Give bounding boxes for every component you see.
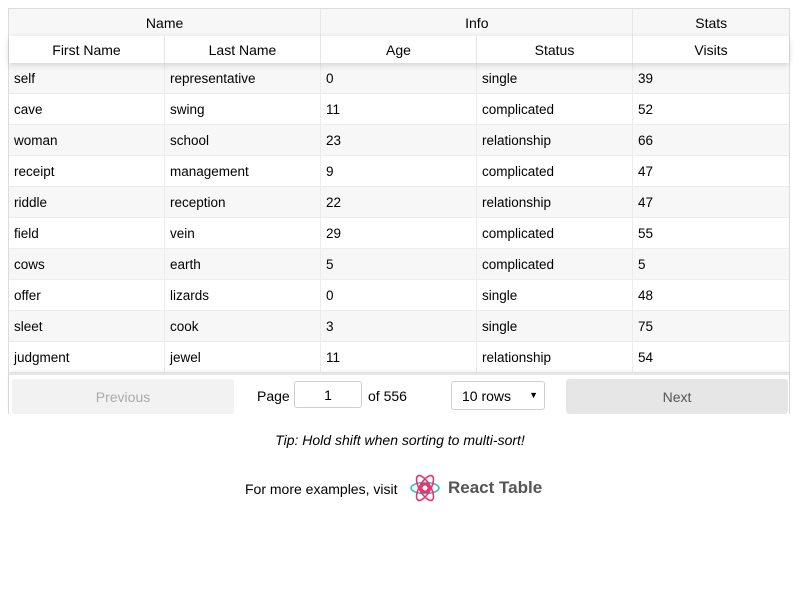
group-header-name: Name <box>9 9 322 36</box>
cell-first-name: woman <box>9 125 165 155</box>
cell-age: 3 <box>321 311 477 341</box>
cell-visits: 47 <box>638 194 654 210</box>
react-table-logo-icon[interactable] <box>409 472 441 504</box>
cell-first-name: self <box>9 63 165 93</box>
cell-status: complicated <box>477 249 633 279</box>
cell-age: 11 <box>321 342 477 372</box>
cell-last-name: representative <box>165 63 321 93</box>
table-row: cows earth 5 complicated 5 <box>9 249 789 280</box>
rows-per-page-value: 10 rows <box>462 387 512 404</box>
page-label: Page <box>257 388 290 404</box>
cell-visits: 5 <box>638 256 646 272</box>
tip-text: Tip: Hold shift when sorting to multi-so… <box>275 432 525 448</box>
column-header-first-name[interactable]: First Name <box>9 36 165 63</box>
cell-visits: 55 <box>638 225 654 241</box>
cell-last-name: management <box>165 156 321 186</box>
cell-first-name: field <box>9 218 165 248</box>
column-header-row: First Name Last Name Age Status Visits <box>9 36 789 63</box>
cell-first-name: judgment <box>9 342 165 372</box>
cell-first-name: receipt <box>9 156 165 186</box>
table-row: judgment jewel 11 relationship 54 <box>9 342 789 373</box>
cell-first-name: riddle <box>9 187 165 217</box>
column-header-status[interactable]: Status <box>477 36 633 63</box>
table-row: riddle reception 22 relationship 47 <box>9 187 789 218</box>
cell-status: relationship <box>477 342 633 372</box>
cell-age: 9 <box>321 156 477 186</box>
more-examples-text: For more examples, visit <box>245 481 398 497</box>
cell-age: 29 <box>321 218 477 248</box>
cell-first-name: sleet <box>9 311 165 341</box>
column-header-last-name[interactable]: Last Name <box>165 36 321 63</box>
cell-first-name: cows <box>9 249 165 279</box>
group-header-stats: Stats <box>695 14 728 31</box>
cell-visits: 66 <box>638 132 654 148</box>
react-table-logo-text[interactable]: React Table <box>448 478 542 498</box>
table-row: receipt management 9 complicated 47 <box>9 156 789 187</box>
cell-last-name: reception <box>165 187 321 217</box>
column-header-visits[interactable]: Visits <box>633 36 789 63</box>
rows-per-page-select[interactable]: 10 rows ▼ <box>451 381 545 410</box>
group-header-info: Info <box>321 9 634 36</box>
table-body: self representative 0 single 39 cave swing 11 co… <box>9 63 789 373</box>
cell-age: 0 <box>321 280 477 310</box>
page-number-input[interactable] <box>294 381 362 408</box>
cell-visits: 48 <box>638 287 654 303</box>
column-header-age[interactable]: Age <box>321 36 477 63</box>
cell-visits: 52 <box>638 101 654 117</box>
table-row: self representative 0 single 39 <box>9 63 789 94</box>
header-group-row: Name Info Stats <box>9 9 789 37</box>
cell-status: complicated <box>477 94 633 124</box>
cell-visits: 47 <box>638 163 654 179</box>
total-pages-label: of 556 <box>368 388 407 404</box>
cell-age: 11 <box>321 94 477 124</box>
table-row: sleet cook 3 single 75 <box>9 311 789 342</box>
table-row: woman school 23 relationship 66 <box>9 125 789 156</box>
cell-status: single <box>477 280 633 310</box>
cell-status: single <box>477 63 633 93</box>
previous-button[interactable]: Previous <box>12 379 234 414</box>
cell-first-name: offer <box>9 280 165 310</box>
cell-status: complicated <box>477 156 633 186</box>
cell-visits: 39 <box>638 70 654 86</box>
next-button[interactable]: Next <box>566 379 788 414</box>
cell-visits: 54 <box>638 349 654 365</box>
cell-last-name: school <box>165 125 321 155</box>
cell-age: 23 <box>321 125 477 155</box>
table-row: offer lizards 0 single 48 <box>9 280 789 311</box>
cell-first-name: cave <box>9 94 165 124</box>
cell-status: relationship <box>477 125 633 155</box>
table-row: field vein 29 complicated 55 <box>9 218 789 249</box>
cell-last-name: vein <box>165 218 321 248</box>
pagination-bar: Previous Page of 556 10 rows ▼ Next <box>9 373 789 414</box>
cell-age: 0 <box>321 63 477 93</box>
cell-last-name: earth <box>165 249 321 279</box>
cell-age: 5 <box>321 249 477 279</box>
cell-status: complicated <box>477 218 633 248</box>
cell-last-name: lizards <box>165 280 321 310</box>
caret-down-icon: ▼ <box>529 390 538 400</box>
cell-visits: 75 <box>638 318 654 334</box>
react-table: Name Info Stats First Name Last Name Age… <box>8 8 790 414</box>
cell-last-name: cook <box>165 311 321 341</box>
cell-last-name: jewel <box>165 342 321 372</box>
cell-age: 22 <box>321 187 477 217</box>
cell-status: relationship <box>477 187 633 217</box>
table-row: cave swing 11 complicated 52 <box>9 94 789 125</box>
cell-last-name: swing <box>165 94 321 124</box>
cell-status: single <box>477 311 633 341</box>
